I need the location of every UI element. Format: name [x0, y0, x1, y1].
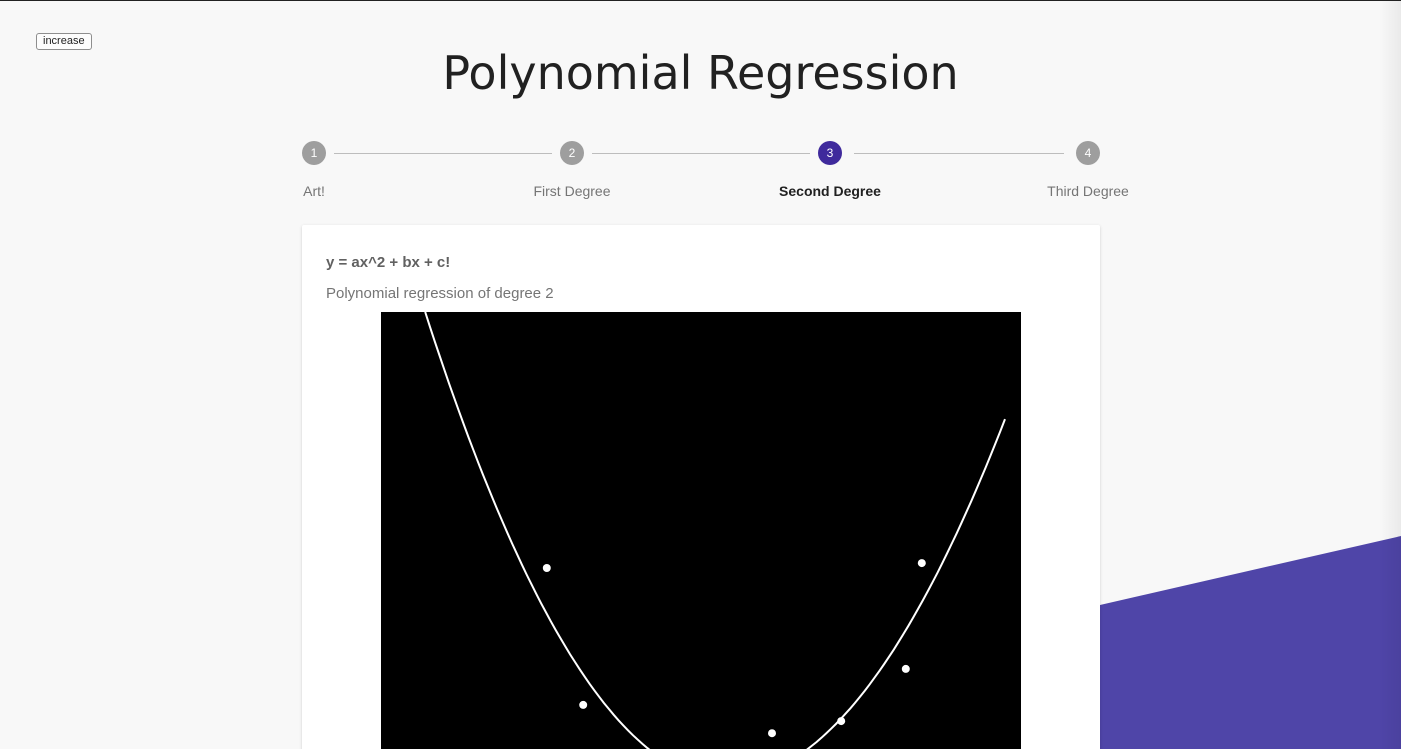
data-point — [837, 717, 846, 726]
step-connector — [334, 153, 552, 154]
step-connector — [854, 153, 1064, 154]
step-4-label[interactable]: Third Degree — [1008, 183, 1168, 199]
step-4-circle[interactable]: 4 — [1076, 141, 1100, 165]
app-root: increase Polynomial Regression 1 2 3 4 A… — [0, 0, 1401, 749]
step-2-circle[interactable]: 2 — [560, 141, 584, 165]
data-point — [901, 664, 910, 673]
data-point — [768, 729, 776, 738]
content-card: y = ax^2 + bx + c! Polynomial regression… — [302, 225, 1100, 749]
data-point — [917, 559, 926, 568]
step-connector — [592, 153, 810, 154]
step-1-circle[interactable]: 1 — [302, 141, 326, 165]
step-2-label[interactable]: First Degree — [492, 183, 652, 199]
card-title: y = ax^2 + bx + c! — [326, 254, 451, 271]
data-point — [579, 700, 588, 709]
step-1-label[interactable]: Art! — [234, 183, 394, 199]
step-3-circle[interactable]: 3 — [818, 141, 842, 165]
regression-canvas[interactable] — [381, 312, 1021, 749]
canvas-background — [381, 312, 1021, 749]
stepper: 1 2 3 4 Art! First Degree Second Degree … — [0, 0, 1401, 210]
step-3-label[interactable]: Second Degree — [750, 183, 910, 199]
card-subtitle: Polynomial regression of degree 2 — [326, 285, 554, 302]
data-point — [542, 564, 551, 572]
